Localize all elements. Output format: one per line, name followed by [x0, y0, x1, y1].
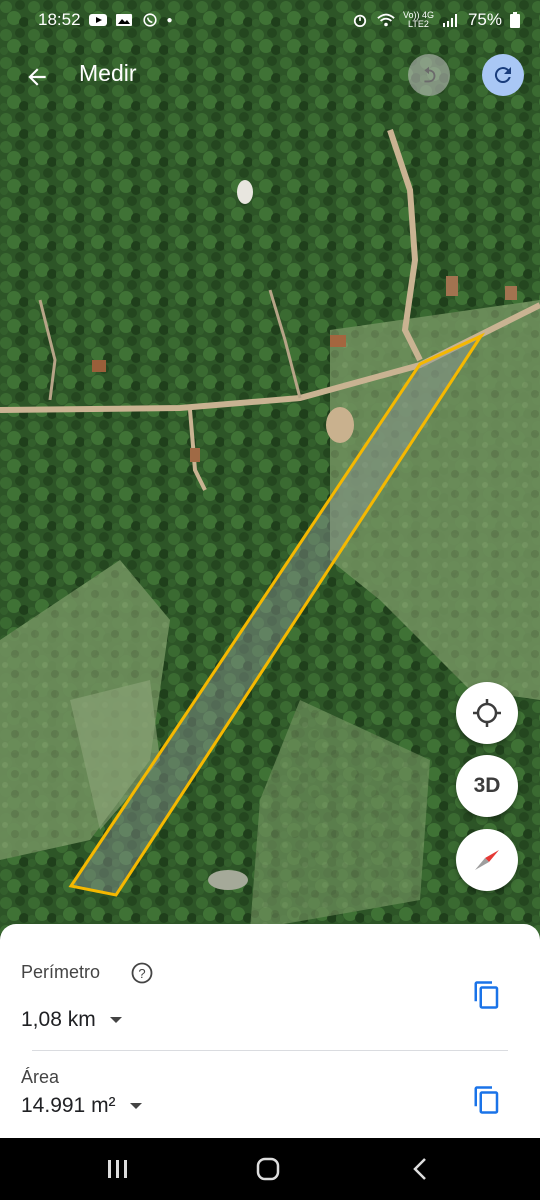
redo-icon	[494, 67, 511, 84]
gallery-icon	[115, 14, 132, 26]
area-label: Área	[21, 1067, 60, 1087]
undo-icon	[424, 66, 436, 83]
area-value: 14.991 m²	[21, 1094, 116, 1117]
recent-apps-icon	[108, 1160, 127, 1178]
my-location-icon	[473, 699, 501, 727]
battery-percentage: 75%	[467, 10, 502, 29]
dot-icon: ●	[166, 14, 173, 26]
signal-icon	[442, 14, 457, 27]
undo-button[interactable]	[408, 54, 450, 96]
alarm-icon	[353, 14, 367, 27]
status-time: 18:52	[38, 10, 81, 29]
home-button[interactable]	[248, 1154, 288, 1184]
perimeter-value-selector[interactable]: 1,08 km	[21, 1008, 122, 1032]
svg-text:?: ?	[138, 966, 145, 981]
recent-apps-button[interactable]	[98, 1154, 138, 1184]
my-location-button[interactable]	[456, 682, 518, 744]
area-value-selector[interactable]: 14.991 m²	[21, 1094, 142, 1118]
perimeter-label: Perímetro	[21, 962, 101, 982]
copy-perimeter-button[interactable]	[472, 980, 502, 1010]
arrow-back-icon	[28, 68, 46, 86]
system-nav-bar	[0, 1138, 540, 1200]
page-title: Medir	[79, 60, 137, 86]
whatsapp-icon	[142, 13, 157, 27]
top-app-bar: Medir	[0, 48, 540, 104]
redo-button[interactable]	[482, 54, 524, 96]
measurement-sheet: Perímetro ? 1,08 km Área 14.991 m²	[0, 924, 540, 1138]
wifi-icon	[377, 13, 395, 27]
home-icon	[256, 1157, 280, 1181]
3d-label: 3D	[473, 774, 501, 797]
help-icon[interactable]: ?	[131, 962, 153, 984]
network-lte: LTE2	[408, 19, 429, 29]
chevron-down-icon	[129, 1103, 142, 1109]
network-info: Vo)) 4G LTE2	[403, 11, 434, 29]
battery-icon	[510, 12, 520, 28]
3d-toggle-button[interactable]: 3D	[456, 755, 518, 817]
youtube-icon	[88, 14, 107, 26]
nav-back-button[interactable]	[400, 1154, 440, 1184]
compass-icon	[475, 850, 499, 870]
chevron-down-icon	[109, 1017, 122, 1023]
compass-button[interactable]	[456, 829, 518, 891]
status-bar: 18:52 ● Vo)) 4G LTE2 75%	[0, 0, 540, 40]
back-button[interactable]	[18, 58, 56, 96]
divider	[32, 1050, 508, 1051]
perimeter-value: 1,08 km	[21, 1008, 96, 1031]
copy-area-button[interactable]	[472, 1085, 502, 1115]
nav-back-icon	[413, 1158, 426, 1180]
